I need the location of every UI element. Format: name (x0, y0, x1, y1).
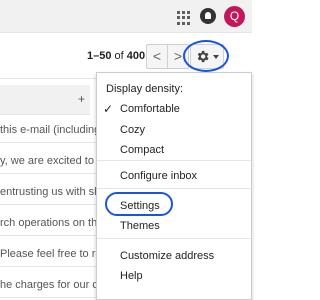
add-tab-button[interactable]: + (78, 92, 85, 106)
menu-item-label: Comfortable (120, 103, 180, 115)
chevron-down-icon (213, 55, 219, 59)
email-snippet[interactable]: this e-mail (including the (0, 117, 96, 143)
gear-icon-svg (197, 50, 209, 63)
settings-dropdown-menu: Display density: ✓ Comfortable Cozy Comp… (96, 72, 252, 300)
page-count: 1–50 of 400 (87, 50, 145, 62)
menu-divider (97, 188, 251, 189)
menu-item-comfortable[interactable]: ✓ Comfortable (97, 99, 251, 119)
menu-item-customize-address[interactable]: Customize address (97, 246, 251, 266)
menu-item-themes[interactable]: Themes (97, 216, 251, 236)
menu-item-configure-inbox[interactable]: Configure inbox (97, 166, 251, 186)
menu-item-compact[interactable]: Compact (97, 140, 251, 160)
menu-item-cozy[interactable]: Cozy (97, 120, 251, 140)
page-total: 400 (126, 50, 146, 62)
tab-bar (0, 85, 90, 115)
settings-button[interactable] (190, 44, 224, 69)
menu-divider (97, 238, 251, 239)
email-snippet[interactable]: y, we are excited to offe (0, 148, 96, 174)
menu-item-help[interactable]: Help (97, 266, 251, 286)
display-density-heading: Display density: (106, 83, 184, 95)
notifications-icon[interactable] (200, 8, 216, 24)
page-of: of (114, 50, 124, 62)
menu-item-settings[interactable]: Settings (97, 196, 251, 216)
email-snippet[interactable]: Please feel free to reach (0, 241, 96, 267)
previous-page-button[interactable]: < (146, 44, 168, 69)
menu-divider (97, 160, 251, 161)
next-page-button[interactable]: > (167, 44, 189, 69)
apps-grid-icon[interactable] (177, 11, 191, 25)
page-range: 1–50 (87, 50, 112, 62)
email-snippet[interactable]: he charges for our delive (0, 272, 96, 298)
avatar[interactable]: Q (224, 6, 245, 27)
email-snippet[interactable]: rch operations on the 26 (0, 210, 96, 236)
check-icon: ✓ (103, 102, 114, 116)
email-snippet[interactable]: entrusting us with shipp (0, 179, 96, 205)
gear-icon (195, 49, 210, 64)
